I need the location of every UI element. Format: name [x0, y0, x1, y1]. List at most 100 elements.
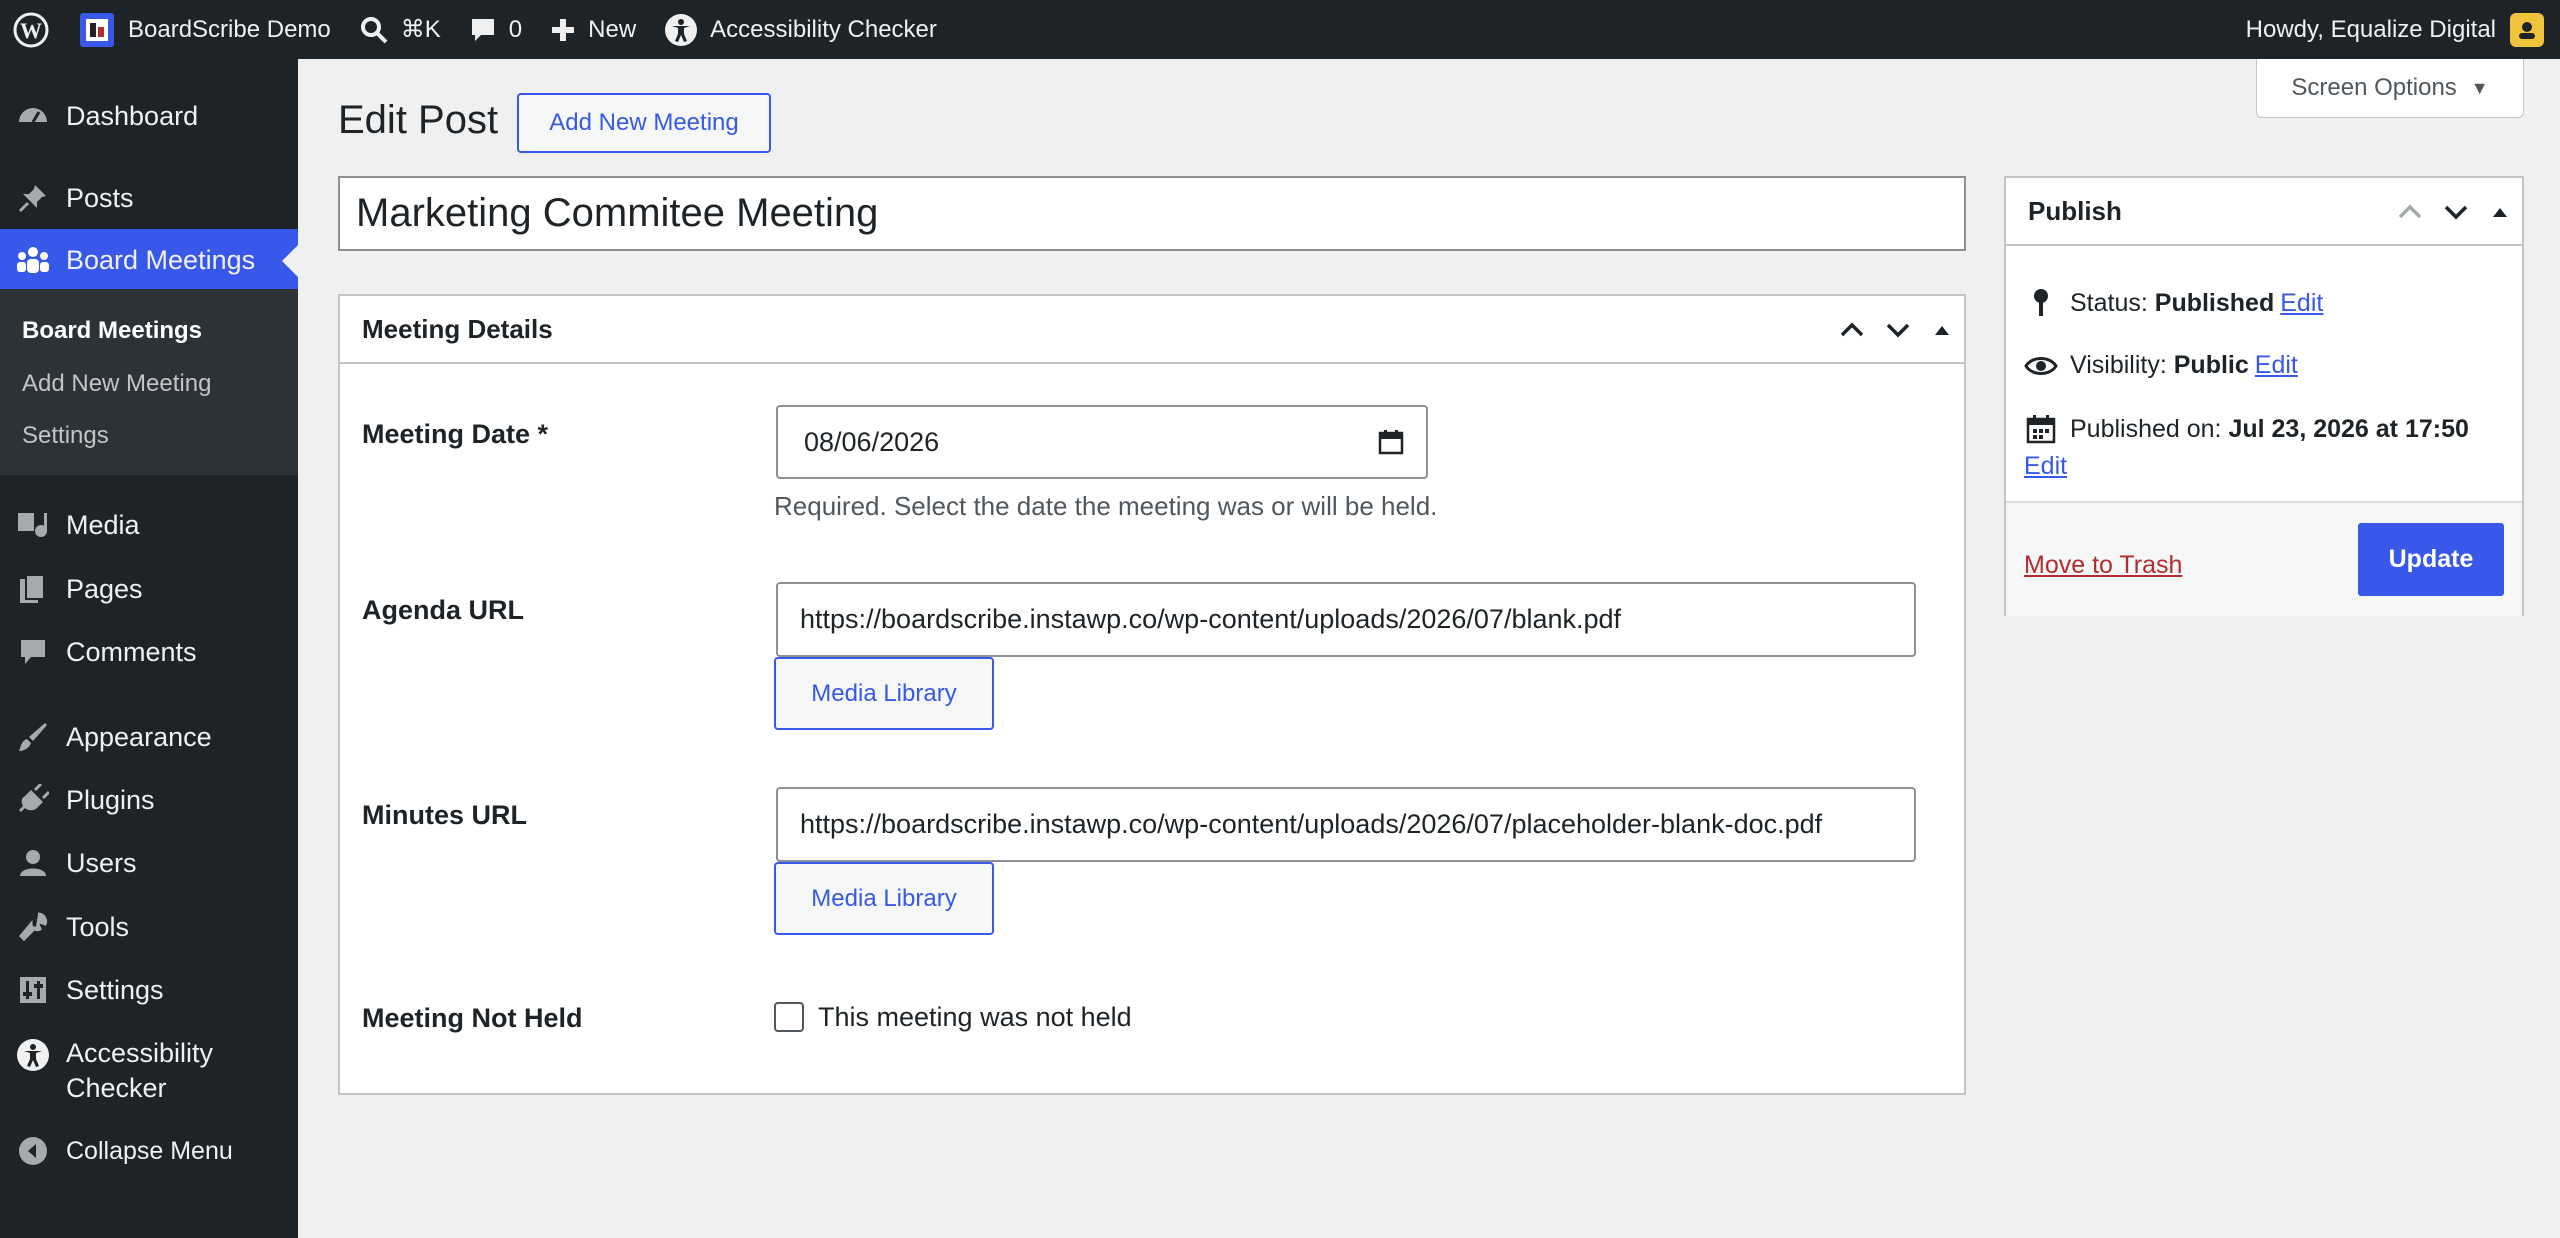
- comments-count: 0: [508, 15, 523, 43]
- menu-label: Board Meetings: [66, 244, 256, 275]
- plus-icon: [552, 18, 575, 41]
- submenu-add-new-meeting[interactable]: Add New Meeting: [22, 370, 211, 398]
- minutes-media-library-button[interactable]: Media Library: [774, 862, 994, 935]
- meeting-date-value: 08/06/2026: [804, 426, 940, 457]
- admin-bar: W BoardScribe Demo ⌘K 0 New Accessibilit…: [0, 0, 2560, 59]
- toggle-panel-icon[interactable]: [2488, 200, 2512, 224]
- settings-sliders-icon: [20, 977, 46, 1003]
- menu-label: Plugins: [66, 784, 155, 815]
- menu-label: Comments: [66, 636, 197, 667]
- new-label: New: [588, 15, 637, 43]
- add-new-meeting-button[interactable]: Add New Meeting: [517, 93, 771, 153]
- update-button[interactable]: Update: [2358, 523, 2504, 596]
- menu-label: Pages: [66, 573, 143, 604]
- calendar-icon[interactable]: [1378, 429, 1404, 455]
- chevron-down-icon[interactable]: [2442, 198, 2470, 226]
- menu-item-pages[interactable]: Pages: [0, 568, 298, 610]
- meeting-not-held-checkbox-label[interactable]: This meeting was not held: [818, 1002, 1132, 1033]
- pin-icon: [2034, 289, 2048, 316]
- site-name: BoardScribe Demo: [128, 15, 331, 43]
- menu-item-appearance[interactable]: Appearance: [0, 716, 298, 758]
- agenda-media-library-button[interactable]: Media Library: [774, 657, 994, 730]
- published-on-label: Published on:: [2070, 414, 2229, 443]
- menu-item-settings[interactable]: Settings: [0, 969, 298, 1011]
- toggle-panel-icon[interactable]: [1930, 318, 1954, 342]
- agenda-url-input[interactable]: https://boardscribe.instawp.co/wp-conten…: [776, 582, 1916, 657]
- admin-menu: Dashboard Posts Board Meetings Board Mee…: [0, 59, 298, 1238]
- menu-item-media[interactable]: Media: [0, 504, 298, 546]
- published-on-row: Published on: Jul 23, 2026 at 17:50: [2024, 414, 2469, 444]
- menu-label-line2: Checker: [66, 1073, 167, 1103]
- current-menu-arrow: [282, 245, 298, 277]
- meeting-not-held-label: Meeting Not Held: [362, 1003, 583, 1033]
- edit-status-link[interactable]: Edit: [2280, 289, 2323, 318]
- search-shortcut: ⌘K: [400, 16, 441, 43]
- menu-label: Collapse Menu: [66, 1136, 233, 1165]
- edit-visibility-link[interactable]: Edit: [2255, 351, 2298, 380]
- edit-published-date-link[interactable]: Edit: [2024, 452, 2067, 481]
- minutes-url-label: Minutes URL: [362, 800, 527, 830]
- publish-header[interactable]: Publish: [2006, 178, 2522, 246]
- visibility-value: Public: [2173, 351, 2249, 379]
- meeting-date-description: Required. Select the date the meeting wa…: [774, 491, 1438, 521]
- menu-item-comments[interactable]: Comments: [0, 631, 298, 673]
- chevron-up-icon[interactable]: [1838, 316, 1866, 344]
- site-logo-icon: [80, 12, 114, 47]
- visibility-label: Visibility:: [2070, 351, 2174, 379]
- menu-item-dashboard[interactable]: Dashboard: [0, 95, 298, 137]
- comment-icon: [471, 18, 494, 41]
- menu-item-board-meetings[interactable]: Board Meetings: [0, 229, 298, 291]
- menu-item-tools[interactable]: Tools: [0, 906, 298, 948]
- move-to-trash-link[interactable]: Move to Trash: [2024, 551, 2182, 580]
- my-account-menu[interactable]: Howdy, Equalize Digital: [2246, 0, 2560, 59]
- command-palette-button[interactable]: ⌘K: [345, 0, 455, 59]
- status-row: Status: Published Edit: [2024, 288, 2323, 318]
- paintbrush-icon: [19, 723, 47, 751]
- menu-label: Media: [66, 509, 140, 540]
- menu-label: Settings: [66, 974, 164, 1005]
- menu-item-users[interactable]: Users: [0, 842, 298, 884]
- menu-label: Appearance: [66, 721, 212, 752]
- accessibility-icon: [17, 1039, 49, 1071]
- menu-label: Posts: [66, 182, 134, 213]
- publish-actions: Move to Trash Update: [2006, 501, 2522, 616]
- pushpin-icon: [18, 185, 46, 213]
- submenu-board-meetings[interactable]: Board Meetings: [22, 317, 202, 345]
- post-title-input[interactable]: Marketing Commitee Meeting: [338, 176, 1966, 251]
- wordpress-logo-button[interactable]: W: [0, 0, 64, 59]
- menu-item-plugins[interactable]: Plugins: [0, 779, 298, 821]
- menu-label-line1: Accessibility: [66, 1038, 214, 1068]
- meeting-not-held-checkbox[interactable]: [774, 1002, 804, 1032]
- accessibility-icon: [665, 13, 698, 46]
- page-title: Edit Post: [338, 98, 499, 142]
- howdy-text: Howdy, Equalize Digital: [2245, 15, 2496, 43]
- collapse-menu-button[interactable]: Collapse Menu: [0, 1130, 298, 1172]
- dashboard-icon: [19, 108, 47, 123]
- avatar: [2510, 12, 2544, 47]
- svg-text:W: W: [20, 18, 42, 43]
- new-content-button[interactable]: New: [536, 0, 650, 59]
- collapse-icon: [19, 1137, 47, 1165]
- meeting-details-heading: Meeting Details: [362, 313, 553, 344]
- search-icon: [360, 16, 388, 43]
- meeting-details-header[interactable]: Meeting Details: [340, 296, 1964, 364]
- site-name-link[interactable]: BoardScribe Demo: [64, 0, 345, 59]
- screen-options-button[interactable]: Screen Options ▼: [2256, 59, 2524, 118]
- menu-label: Dashboard: [66, 100, 199, 131]
- status-value: Published: [2154, 288, 2275, 317]
- comments-link[interactable]: 0: [455, 0, 536, 59]
- accessibility-checker-label: Accessibility Checker: [710, 15, 937, 43]
- meeting-date-input[interactable]: 08/06/2026: [776, 405, 1428, 479]
- submenu-settings[interactable]: Settings: [22, 422, 109, 450]
- menu-label: Tools: [66, 911, 130, 942]
- eye-icon: [2024, 356, 2058, 375]
- menu-item-posts[interactable]: Posts: [0, 177, 298, 219]
- chevron-down-icon[interactable]: [1884, 316, 1912, 344]
- menu-label: Users: [66, 847, 137, 878]
- publish-box: Publish Status: Published Edit Visibilit…: [2004, 176, 2524, 616]
- menu-item-accessibility-checker[interactable]: Accessibility Checker: [0, 1036, 298, 1110]
- minutes-url-input[interactable]: https://boardscribe.instawp.co/wp-conten…: [776, 787, 1916, 862]
- pages-icon: [20, 574, 45, 603]
- accessibility-checker-link[interactable]: Accessibility Checker: [650, 0, 951, 59]
- chevron-up-icon[interactable]: [2396, 198, 2424, 226]
